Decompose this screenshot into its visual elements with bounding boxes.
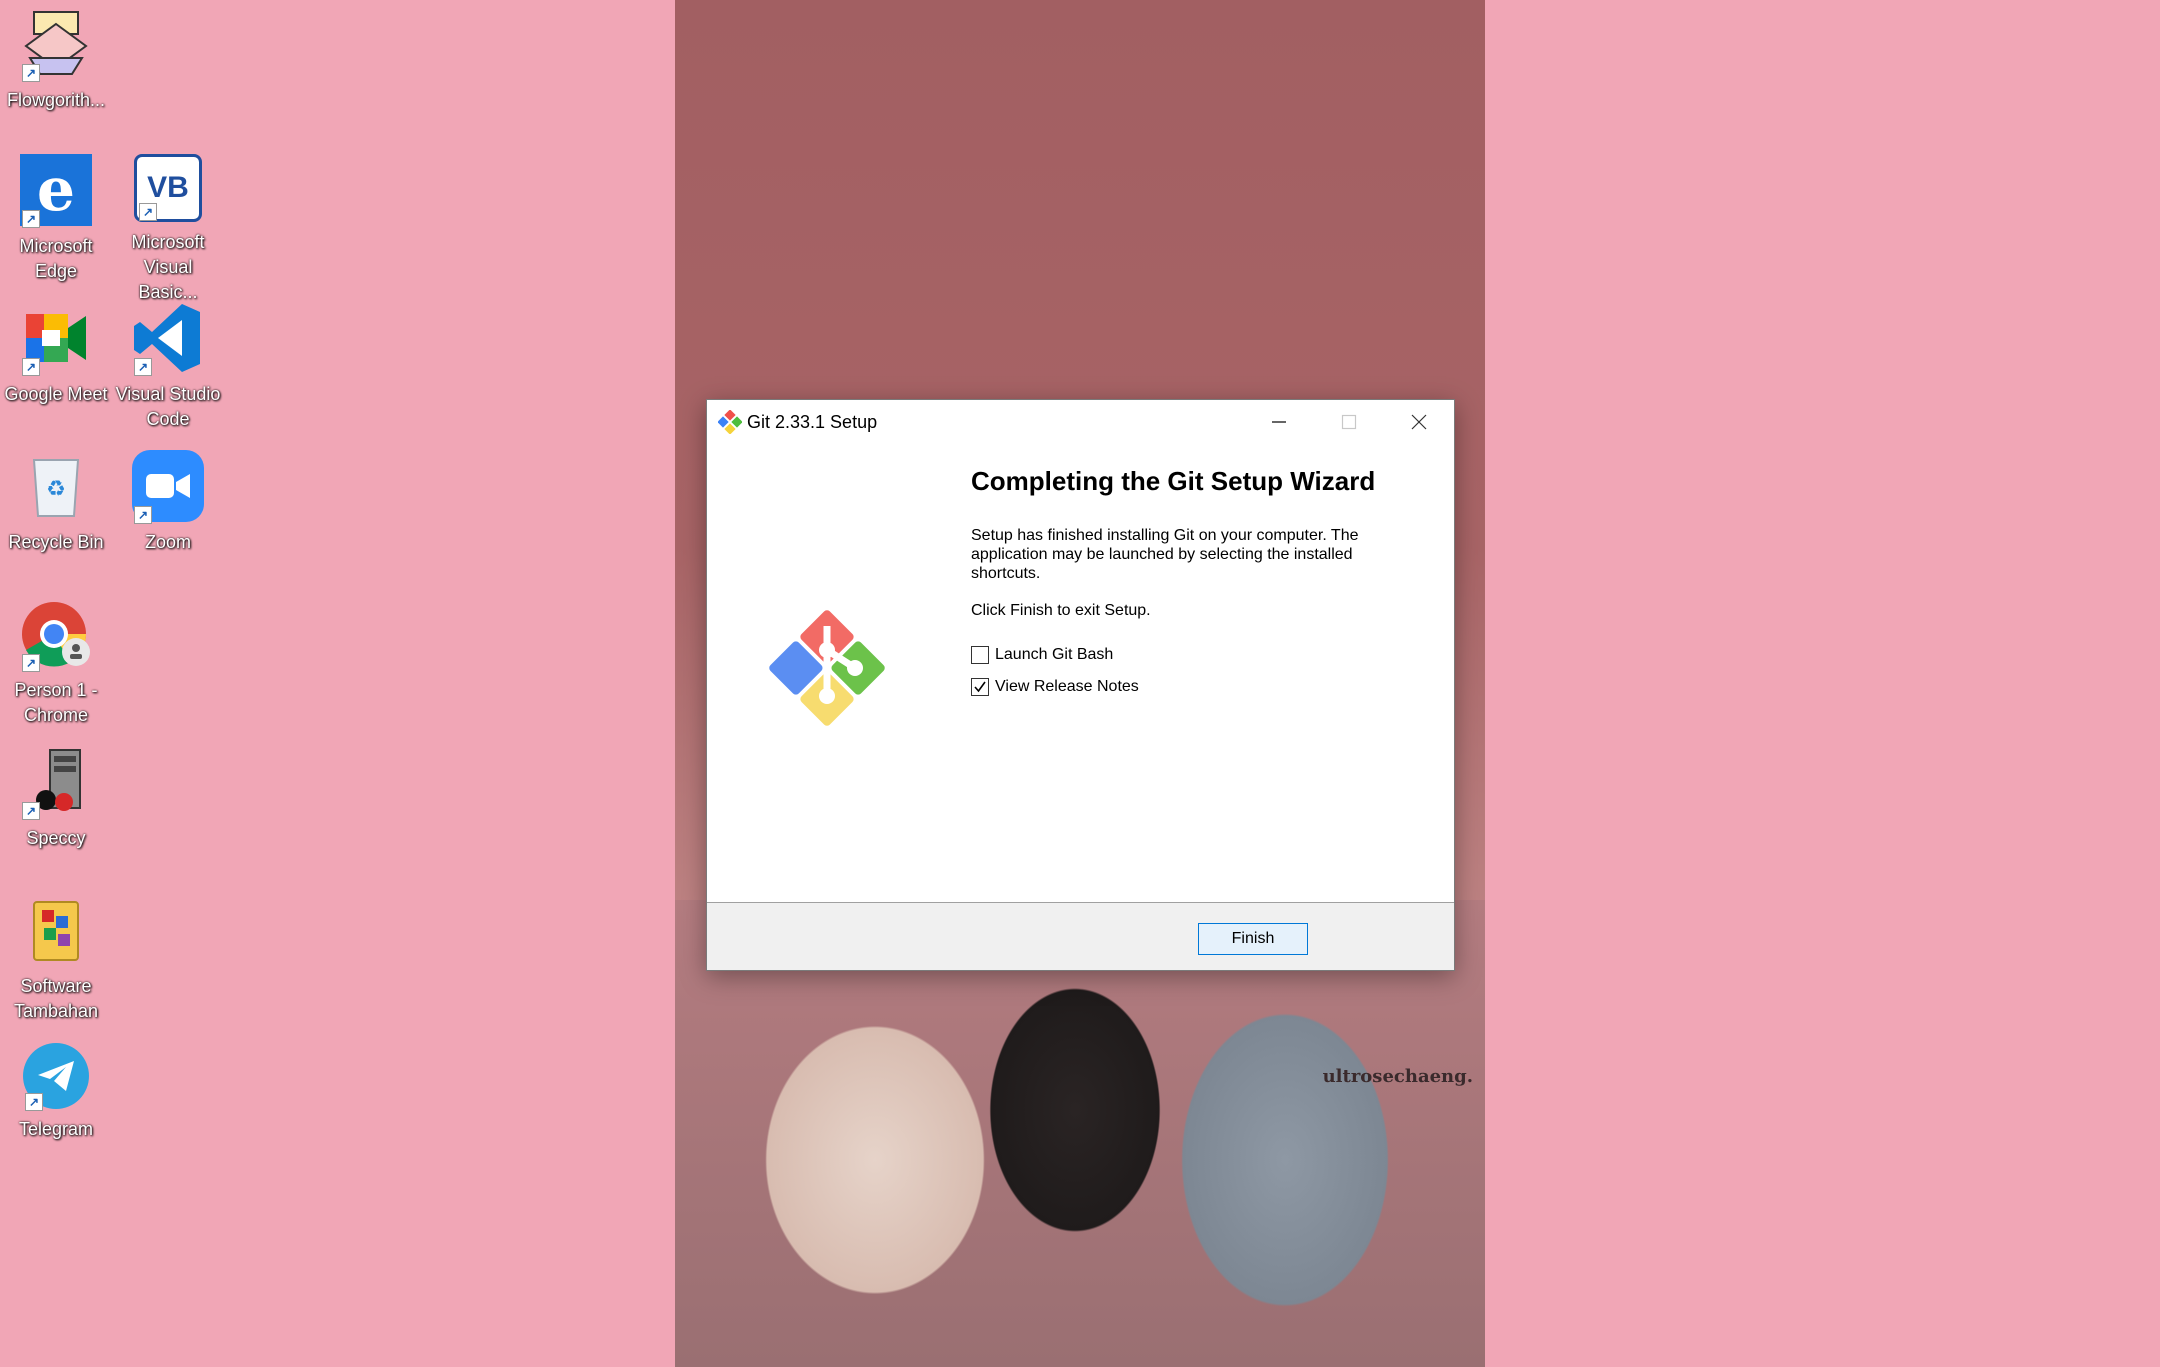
desktop-icon-google-meet[interactable]: ↗ Google Meet	[0, 302, 112, 407]
launch-git-bash-checkbox[interactable]	[971, 646, 989, 664]
chrome-icon: ↗	[20, 598, 92, 672]
google-meet-icon: ↗	[20, 302, 92, 376]
view-release-notes-option[interactable]: View Release Notes	[971, 676, 1139, 698]
desktop-icon-visual-basic[interactable]: VB ↗ Microsoft Visual Basic...	[112, 154, 224, 305]
flowgorithm-icon: ↗	[20, 8, 92, 82]
desktop-icon-label: Google Meet	[4, 384, 108, 404]
desktop-icon-speccy[interactable]: ↗ Speccy	[0, 746, 112, 851]
desktop-icon-zoom[interactable]: ↗ Zoom	[112, 450, 224, 555]
wizard-instruction: Click Finish to exit Setup.	[971, 602, 1151, 619]
desktop-icon-label: Microsoft Visual Basic...	[131, 232, 205, 302]
close-button[interactable]	[1384, 400, 1454, 444]
minimize-icon	[1272, 421, 1286, 423]
svg-text:♻: ♻	[46, 477, 66, 502]
telegram-icon: ↗	[23, 1043, 89, 1111]
desktop-icon-edge[interactable]: e ↗ Microsoft Edge	[0, 154, 112, 284]
edge-icon: e ↗	[20, 154, 92, 228]
minimize-button[interactable]	[1244, 400, 1314, 444]
git-logo-icon	[763, 604, 891, 732]
speccy-icon: ↗	[20, 746, 92, 820]
desktop-icon-label: Visual Studio Code	[115, 384, 221, 429]
launch-git-bash-label: Launch Git Bash	[995, 646, 1114, 663]
wizard-heading: Completing the Git Setup Wizard	[971, 466, 1376, 496]
maximize-button	[1314, 400, 1384, 444]
finish-button[interactable]: Finish	[1198, 923, 1308, 955]
recycle-bin-icon: ♻	[20, 450, 92, 522]
close-icon	[1411, 414, 1427, 430]
dialog-title: Git 2.33.1 Setup	[747, 412, 878, 432]
folder-icon	[20, 894, 92, 966]
wizard-description: Setup has finished installing Git on you…	[971, 527, 1359, 582]
desktop-icon-label: Speccy	[26, 828, 86, 848]
desktop-icon-recycle-bin[interactable]: ♻ Recycle Bin	[0, 450, 112, 555]
view-release-notes-label: View Release Notes	[995, 678, 1139, 695]
zoom-icon: ↗	[132, 450, 204, 524]
desktop-icon-label: Telegram	[18, 1119, 94, 1139]
checkmark-icon	[974, 681, 986, 693]
visual-basic-icon: VB ↗	[134, 154, 202, 222]
desktop-icon-label: Person 1 - Chrome	[14, 680, 98, 725]
desktop-icon-vscode[interactable]: ↗ Visual Studio Code	[112, 302, 224, 432]
wallpaper-watermark: ultrosechaeng.	[1322, 1066, 1473, 1087]
dialog-footer: Finish	[707, 902, 1454, 970]
desktop-icon-label: Microsoft Edge	[19, 236, 93, 281]
desktop-icon-flowgorithm[interactable]: ↗ Flowgorith...	[0, 8, 112, 113]
dialog-body: Completing the Git Setup Wizard Setup ha…	[707, 444, 1454, 902]
desktop-icon-telegram[interactable]: ↗ Telegram	[0, 1043, 112, 1142]
git-app-icon	[717, 409, 743, 435]
git-setup-dialog: Git 2.33.1 Setup Completing the Git Setu…	[706, 399, 1455, 971]
vscode-icon: ↗	[132, 302, 204, 376]
view-release-notes-checkbox[interactable]	[971, 678, 989, 696]
desktop-icon-label: Software Tambahan	[13, 976, 99, 1021]
maximize-icon	[1341, 414, 1357, 430]
title-bar[interactable]: Git 2.33.1 Setup	[707, 400, 1454, 444]
desktop-icon-software-tambahan[interactable]: Software Tambahan	[0, 894, 112, 1024]
desktop-icon-label: Zoom	[144, 532, 191, 552]
desktop-icon-chrome[interactable]: ↗ Person 1 - Chrome	[0, 598, 112, 728]
desktop-icon-label: Recycle Bin	[8, 532, 104, 552]
desktop-icon-label: Flowgorith...	[6, 90, 106, 110]
launch-git-bash-option[interactable]: Launch Git Bash	[971, 644, 1113, 666]
